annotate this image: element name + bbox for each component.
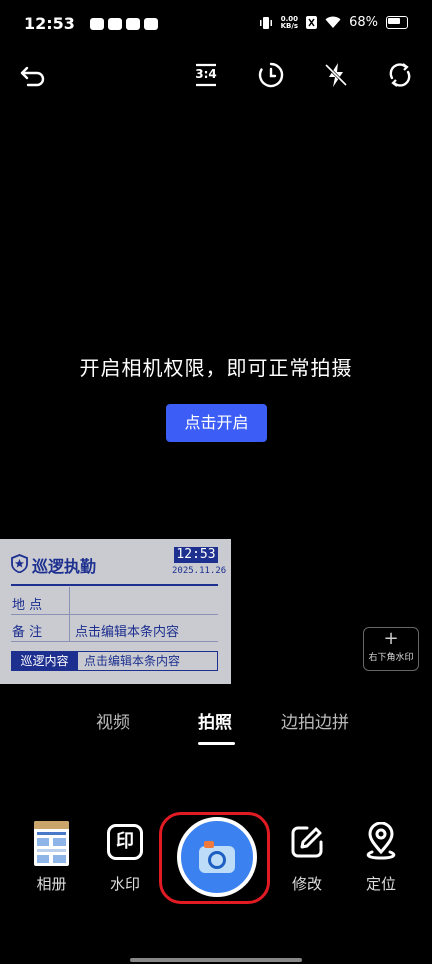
patrol-value[interactable]: 点击编辑本条内容 (84, 651, 180, 671)
wifi-icon (325, 16, 341, 28)
enable-permission-button[interactable]: 点击开启 (166, 404, 267, 442)
camera-icon (199, 841, 235, 873)
status-time: 12:53 (24, 14, 75, 33)
mode-tab-stitch[interactable]: 边拍边拼 (281, 708, 349, 733)
watermark-row-divider (11, 614, 218, 615)
watermark-time: 12:53 (174, 547, 218, 563)
notification-icons (90, 18, 158, 30)
permission-message: 开启相机权限，即可正常拍摄 (79, 356, 353, 380)
mode-tab-video[interactable]: 视频 (96, 708, 130, 733)
app-notification-icon (90, 18, 104, 30)
app-notification-icon (144, 18, 158, 30)
aspect-ratio-button[interactable]: 3:4 (191, 60, 221, 90)
patrol-label: 巡逻内容 (11, 651, 78, 671)
location-label: 地 点 (12, 598, 43, 613)
corner-watermark-button[interactable]: + 右下角水印 (363, 627, 419, 671)
watermark-date: 2025.11.26 (172, 566, 227, 576)
net-speed-unit: KB/s (280, 21, 299, 30)
aspect-ratio-label: 3:4 (195, 67, 217, 81)
shutter-button[interactable] (177, 817, 257, 897)
sim-icon (306, 16, 318, 29)
corner-watermark-label: 右下角水印 (368, 653, 414, 663)
album-label[interactable]: 相册 (34, 873, 69, 894)
mode-tab-photo[interactable]: 拍照 (198, 708, 232, 733)
back-arrow-icon[interactable] (18, 60, 48, 90)
battery-icon (386, 16, 408, 29)
home-indicator[interactable] (130, 958, 302, 962)
timer-icon[interactable] (256, 60, 286, 90)
active-mode-indicator (198, 742, 235, 745)
watermark-divider (11, 584, 218, 586)
watermark-stamp-icon[interactable]: 印 (107, 824, 143, 860)
watermark-label[interactable]: 水印 (106, 873, 144, 894)
edit-label[interactable]: 修改 (287, 873, 327, 894)
app-notification-icon (108, 18, 122, 30)
status-right: 0.00 KB/s 68% (259, 15, 408, 30)
app-notification-icon (126, 18, 140, 30)
watermark-row-divider (11, 641, 218, 642)
note-value[interactable]: 点击编辑本条内容 (75, 621, 179, 640)
note-label: 备 注 (12, 625, 43, 640)
album-thumbnail[interactable] (34, 821, 69, 866)
vibrate-icon (259, 16, 272, 29)
edit-icon[interactable] (289, 824, 325, 860)
watermark-title: 巡逻执勤 (32, 557, 97, 576)
album-preview-image (34, 821, 69, 863)
locate-label[interactable]: 定位 (361, 873, 401, 894)
location-pin-icon[interactable] (362, 822, 400, 862)
switch-camera-icon[interactable] (385, 60, 415, 90)
police-shield-icon (11, 554, 28, 573)
flash-off-icon[interactable] (321, 60, 351, 90)
net-speed: 0.00 KB/s (280, 15, 299, 30)
battery-percent: 68% (349, 15, 378, 30)
plus-icon: + (383, 628, 399, 649)
